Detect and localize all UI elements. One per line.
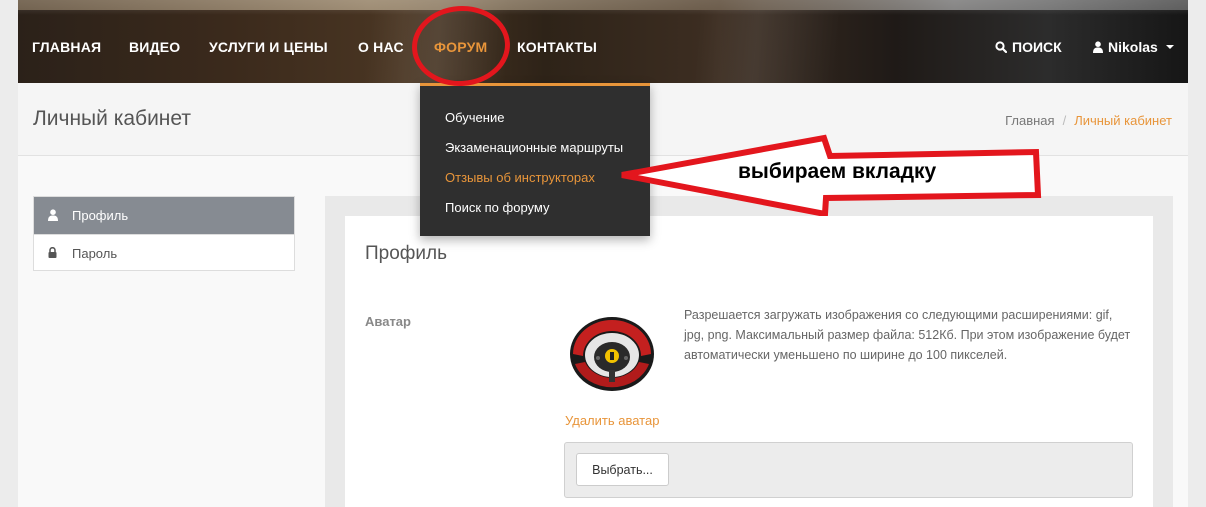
nav-item-services[interactable]: УСЛУГИ И ЦЕНЫ	[209, 39, 328, 55]
avatar-label: Аватар	[365, 314, 411, 329]
dropdown-item-training[interactable]: Обучение	[445, 110, 504, 125]
sidebar-item-label: Профиль	[72, 208, 129, 223]
breadcrumb: Главная / Личный кабинет	[1005, 113, 1172, 128]
nav-item-home[interactable]: ГЛАВНАЯ	[32, 39, 101, 55]
breadcrumb-separator: /	[1062, 113, 1067, 128]
nav-item-contacts[interactable]: КОНТАКТЫ	[517, 39, 597, 55]
choose-file-button[interactable]: Выбрать...	[576, 453, 669, 486]
chevron-down-icon	[1165, 45, 1174, 49]
breadcrumb-current: Личный кабинет	[1074, 113, 1172, 128]
nav-item-video[interactable]: ВИДЕО	[129, 39, 180, 55]
lock-icon	[48, 247, 57, 258]
delete-avatar-link[interactable]: Удалить аватар	[565, 413, 659, 428]
user-menu[interactable]: Nikolas	[1093, 39, 1174, 55]
steering-wheel-avatar	[565, 306, 660, 401]
profile-card-title: Профиль	[365, 243, 448, 264]
search-link[interactable]: ПОИСК	[995, 39, 1062, 55]
sidebar-item-profile[interactable]: Профиль	[34, 197, 294, 234]
dropdown-item-forum-search[interactable]: Поиск по форуму	[445, 200, 549, 215]
sidebar-item-password[interactable]: Пароль	[34, 234, 294, 271]
annotation-text: выбираем вкладку	[738, 160, 937, 183]
nav-item-about[interactable]: О НАС	[358, 39, 404, 55]
dropdown-item-exam-routes[interactable]: Экзаменационные маршруты	[445, 140, 623, 155]
user-icon	[48, 209, 58, 221]
profile-sidebar: Профиль Пароль	[33, 196, 295, 271]
user-icon	[1093, 41, 1103, 53]
sidebar-item-label: Пароль	[72, 246, 118, 261]
user-name: Nikolas	[1108, 39, 1158, 55]
search-label: ПОИСК	[1012, 39, 1062, 55]
avatar-help-text: Разрешается загружать изображения со сле…	[684, 308, 1131, 362]
dropdown-item-instructor-reviews[interactable]: Отзывы об инструкторах	[445, 170, 595, 185]
search-icon	[995, 41, 1007, 53]
page-title: Личный кабинет	[33, 107, 191, 130]
breadcrumb-home[interactable]: Главная	[1005, 113, 1054, 128]
